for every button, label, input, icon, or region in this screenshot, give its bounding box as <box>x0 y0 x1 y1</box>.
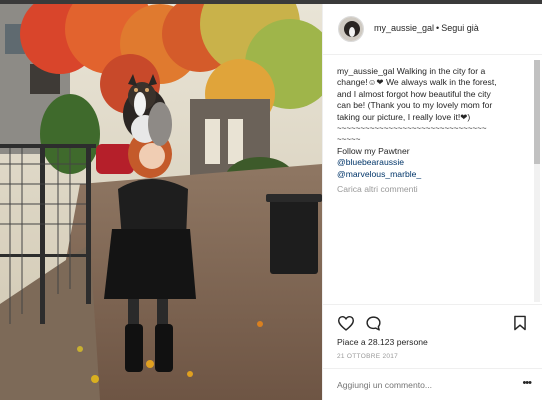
likes-count[interactable]: Piace a 28.123 persone <box>337 337 428 347</box>
bookmark-icon[interactable] <box>513 315 527 336</box>
caption-text-line: can be! (Thank you to my lovely mom for <box>337 100 493 111</box>
mention-link[interactable]: @marvelous_marble_ <box>337 169 527 180</box>
more-options-icon[interactable]: ••• <box>522 377 532 389</box>
caption-text-line: change!☺❤ We always walk in the forest, <box>337 77 497 88</box>
header-username[interactable]: my_aussie_gal <box>374 23 434 33</box>
avatar[interactable] <box>338 16 364 42</box>
post-date: 21 OTTOBRE 2017 <box>337 353 399 360</box>
heart-outline-icon[interactable] <box>337 315 355 336</box>
avatar-image <box>339 17 363 41</box>
post-photo-illustration <box>0 4 322 400</box>
caption-text-line: Follow my Pawtner <box>337 145 410 156</box>
add-comment-bar: ••• <box>323 368 542 400</box>
comments-area: my_aussie_gal Walking in the city for a … <box>337 66 527 195</box>
add-comment-input[interactable] <box>337 380 507 390</box>
load-more-comments-link[interactable]: Carica altri commenti <box>337 184 527 195</box>
caption-text-line: Walking in the city for a <box>396 66 486 76</box>
caption-text-line: and I almost forgot how beautiful the ci… <box>337 88 491 99</box>
mention-link[interactable]: @bluebearaussie <box>337 157 527 168</box>
post-side-panel: my_aussie_gal • Segui già my_aussie_gal Wa… <box>322 4 542 400</box>
caption-username[interactable]: my_aussie_gal <box>337 66 394 76</box>
header-separator: • <box>436 23 440 33</box>
caption-text-line: ~~~~~~~~~~~~~~~~~~~~~~~~~~~~~~~~ <box>337 124 487 134</box>
comments-scrollbar[interactable] <box>534 60 540 302</box>
caption-text-line: taking our picture, I really love it!❤) <box>337 111 471 122</box>
scrollbar-thumb[interactable] <box>534 60 540 164</box>
header-text: my_aussie_gal • Segui già <box>374 23 479 33</box>
follow-status-button[interactable]: Segui già <box>441 23 479 33</box>
post-header: my_aussie_gal • Segui già <box>323 4 542 55</box>
caption-text-line: ~~~~~ <box>337 135 361 145</box>
post-photo[interactable] <box>0 4 322 400</box>
caption-first-line: my_aussie_gal Walking in the city for a <box>337 66 527 77</box>
comment-bubble-icon[interactable] <box>365 315 382 337</box>
